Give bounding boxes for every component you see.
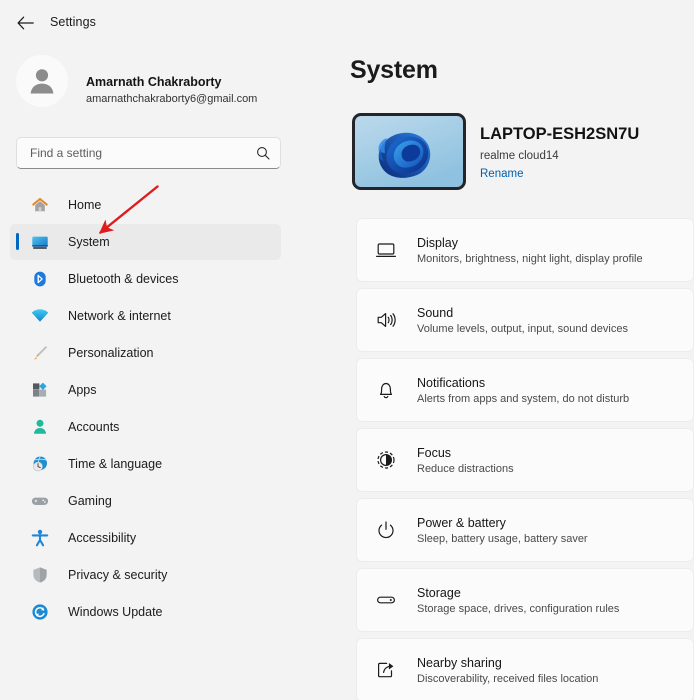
sidebar-item-home[interactable]: Home <box>10 187 281 223</box>
storage-icon <box>373 587 399 613</box>
sidebar-item-label: Apps <box>68 383 97 397</box>
sidebar-item-bluetooth-devices[interactable]: Bluetooth & devices <box>10 261 281 297</box>
wifi-icon <box>29 305 51 327</box>
avatar <box>16 55 68 107</box>
update-icon <box>29 601 51 623</box>
sidebar-item-label: Windows Update <box>68 605 163 619</box>
sidebar-item-network-internet[interactable]: Network & internet <box>10 298 281 334</box>
card-text: Power & battery Sleep, battery usage, ba… <box>417 516 588 545</box>
card-title: Storage <box>417 585 461 600</box>
card-subtitle: Alerts from apps and system, do not dist… <box>417 392 630 405</box>
selection-indicator <box>16 233 19 250</box>
monitor-icon <box>29 231 51 253</box>
card-subtitle: Storage space, drives, configuration rul… <box>417 602 620 615</box>
device-thumbnail <box>352 113 466 190</box>
search-box[interactable] <box>16 137 281 169</box>
windows-bloom-wallpaper <box>355 116 463 187</box>
sidebar-item-apps[interactable]: Apps <box>10 372 281 408</box>
accessibility-icon <box>29 527 51 549</box>
sidebar-item-time-language[interactable]: Time & language <box>10 446 281 482</box>
search-icon[interactable] <box>255 145 271 161</box>
card-display[interactable]: Display Monitors, brightness, night ligh… <box>356 218 694 282</box>
sidebar-item-label: Network & internet <box>68 309 171 323</box>
card-title: Nearby sharing <box>417 655 502 670</box>
card-title: Display <box>417 235 458 250</box>
card-text: Sound Volume levels, output, input, soun… <box>417 306 628 335</box>
bell-icon <box>373 377 399 403</box>
clock-globe-icon <box>29 453 51 475</box>
card-title: Notifications <box>417 375 486 390</box>
sidebar-item-label: Bluetooth & devices <box>68 272 179 286</box>
card-subtitle: Sleep, battery usage, battery saver <box>417 532 588 545</box>
apps-icon <box>29 379 51 401</box>
sidebar-item-system[interactable]: System <box>10 224 281 260</box>
title-bar: Settings <box>0 0 694 46</box>
card-subtitle: Discoverability, received files location <box>417 672 599 685</box>
card-subtitle: Volume levels, output, input, sound devi… <box>417 322 628 335</box>
paintbrush-icon <box>29 342 51 364</box>
sidebar-item-label: Home <box>68 198 102 212</box>
sidebar-item-label: System <box>68 235 110 249</box>
page-title: System <box>350 56 438 84</box>
device-summary: LAPTOP-ESH2SN7U realme cloud14 Rename <box>352 113 682 193</box>
sidebar-item-accessibility[interactable]: Accessibility <box>10 520 281 556</box>
search-input[interactable] <box>30 138 245 168</box>
card-text: Display Monitors, brightness, night ligh… <box>417 236 643 265</box>
gamepad-icon <box>29 490 51 512</box>
sidebar-item-label: Time & language <box>68 457 163 471</box>
card-nearby-sharing[interactable]: Nearby sharing Discoverability, received… <box>356 638 694 700</box>
sidebar-item-personalization[interactable]: Personalization <box>10 335 281 371</box>
account-email: amarnathchakraborty6@gmail.com <box>86 93 258 105</box>
account-name: Amarnath Chakraborty <box>86 75 222 89</box>
card-title: Focus <box>417 445 452 460</box>
bluetooth-icon <box>29 268 51 290</box>
person-avatar-icon <box>30 69 54 94</box>
sidebar-item-label: Privacy & security <box>68 568 168 582</box>
sidebar-item-accounts[interactable]: Accounts <box>10 409 281 445</box>
main-content: System LAPTOP-ESH2SN7U realme cloud14 Re… <box>300 46 694 700</box>
sidebar-item-gaming[interactable]: Gaming <box>10 483 281 519</box>
card-focus[interactable]: Focus Reduce distractions <box>356 428 694 492</box>
device-model: realme cloud14 <box>480 150 559 162</box>
sidebar-item-label: Accessibility <box>68 531 137 545</box>
sidebar-item-label: Personalization <box>68 346 154 360</box>
card-text: Focus Reduce distractions <box>417 446 514 475</box>
sidebar-item-label: Accounts <box>68 420 120 434</box>
card-power-battery[interactable]: Power & battery Sleep, battery usage, ba… <box>356 498 694 562</box>
card-title: Sound <box>417 305 454 320</box>
card-subtitle: Reduce distractions <box>417 462 514 475</box>
card-text: Notifications Alerts from apps and syste… <box>417 376 629 405</box>
magnifier-icon <box>257 147 270 160</box>
card-notifications[interactable]: Notifications Alerts from apps and syste… <box>356 358 694 422</box>
card-subtitle: Monitors, brightness, night light, displ… <box>417 252 643 265</box>
settings-window: Settings Amarnath Chakraborty amarnathch… <box>0 0 694 700</box>
focus-icon <box>373 447 399 473</box>
card-text: Storage Storage space, drives, configura… <box>417 586 619 615</box>
sidebar: Amarnath Chakraborty amarnathchakraborty… <box>0 46 300 700</box>
card-sound[interactable]: Sound Volume levels, output, input, soun… <box>356 288 694 352</box>
device-name: LAPTOP-ESH2SN7U <box>480 125 640 143</box>
sidebar-item-windows-update[interactable]: Windows Update <box>10 594 281 630</box>
rename-link[interactable]: Rename <box>480 168 523 180</box>
sidebar-item-privacy-security[interactable]: Privacy & security <box>10 557 281 593</box>
person-icon <box>29 416 51 438</box>
card-title: Power & battery <box>417 515 506 530</box>
settings-card-list: Display Monitors, brightness, night ligh… <box>356 218 694 700</box>
sidebar-item-label: Gaming <box>68 494 112 508</box>
back-button[interactable] <box>10 8 40 38</box>
speaker-icon <box>373 307 399 333</box>
share-icon <box>373 657 399 683</box>
card-text: Nearby sharing Discoverability, received… <box>417 656 598 685</box>
shield-icon <box>29 564 51 586</box>
display-icon <box>373 237 399 263</box>
power-icon <box>373 517 399 543</box>
sidebar-nav: Home System Bluetooth & devices Network … <box>0 186 300 631</box>
card-storage[interactable]: Storage Storage space, drives, configura… <box>356 568 694 632</box>
window-title: Settings <box>50 15 96 29</box>
account-summary[interactable]: Amarnath Chakraborty amarnathchakraborty… <box>16 53 291 111</box>
back-arrow-icon <box>16 16 34 30</box>
home-icon <box>29 194 51 216</box>
